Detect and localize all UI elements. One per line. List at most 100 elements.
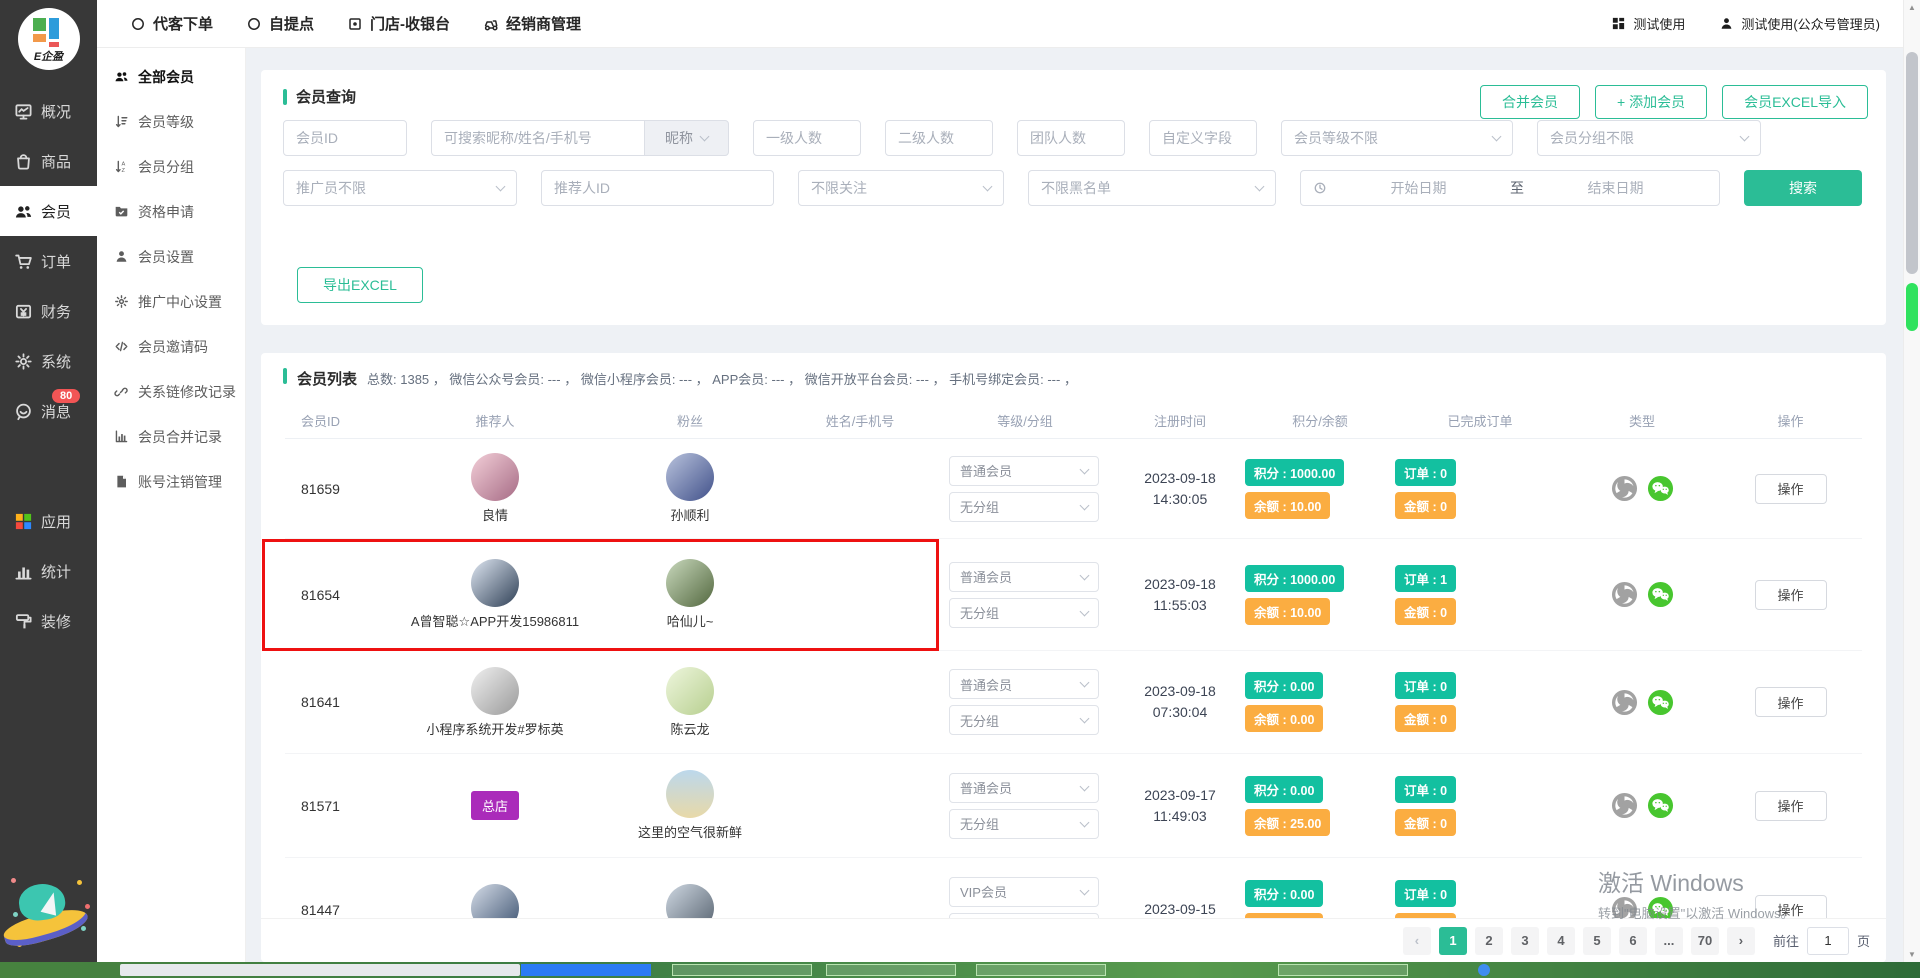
level-select[interactable]: 普通会员 <box>949 669 1099 699</box>
keyword-search-input[interactable] <box>431 120 644 156</box>
register-clock: 14:30:05 <box>1115 489 1245 510</box>
submenu-item-5[interactable]: 推广中心设置 <box>97 279 245 324</box>
group-select[interactable]: 无分组 <box>949 598 1099 628</box>
brand-logo: E企盈 <box>18 8 80 70</box>
keyword-search-combo: 昵称 <box>431 120 729 156</box>
top-nav-item-3[interactable]: 经销商管理 <box>483 13 581 34</box>
sidebar-item-label: 装修 <box>41 611 71 632</box>
merge-member-button[interactable]: 合并会员 <box>1480 85 1580 119</box>
sidebar-item-2[interactable]: 会员 <box>0 186 97 236</box>
page-button-4[interactable]: 4 <box>1547 927 1575 955</box>
submenu-item-1[interactable]: 会员等级 <box>97 99 245 144</box>
next-page-button[interactable]: › <box>1727 927 1755 955</box>
query-input-3[interactable] <box>885 120 993 156</box>
scrollbar-thumb[interactable] <box>1906 52 1918 274</box>
query-select-2-3[interactable]: 不限黑名单 <box>1028 170 1276 206</box>
sidebar-item-1[interactable]: 统计 <box>0 546 97 596</box>
submenu-item-4[interactable]: 会员设置 <box>97 234 245 279</box>
orders-badge: 订单 : 0 <box>1395 459 1456 486</box>
fans-cell: 哈仙儿~ <box>595 559 785 630</box>
query-input-0[interactable] <box>283 120 407 156</box>
query-input-2-1[interactable] <box>541 170 774 206</box>
keyword-type-select[interactable]: 昵称 <box>644 120 729 156</box>
top-nav-label: 自提点 <box>269 13 314 34</box>
pagination-pages: ‹ 123456... 70 › <box>1403 927 1755 955</box>
query-input-4[interactable] <box>1017 120 1125 156</box>
group-select[interactable]: 无分组 <box>949 492 1099 522</box>
sidebar-item-3[interactable]: 订单 <box>0 236 97 286</box>
query-select-6[interactable]: 会员等级不限 <box>1281 120 1513 156</box>
user-solid-icon <box>1719 16 1734 31</box>
avatar <box>666 667 714 715</box>
top-nav-item-1[interactable]: 自提点 <box>246 13 314 34</box>
wechat-icon <box>1647 792 1674 819</box>
page-button-2[interactable]: 2 <box>1475 927 1503 955</box>
scroll-up-icon[interactable]: ▲ <box>1904 3 1920 12</box>
top-nav-item-2[interactable]: 门店-收银台 <box>347 13 450 34</box>
goto-page-input[interactable] <box>1807 927 1849 955</box>
sidebar-item-2[interactable]: 装修 <box>0 596 97 646</box>
confetti-decoration <box>11 878 16 883</box>
submenu-item-9[interactable]: 账号注销管理 <box>97 459 245 504</box>
export-excel-button[interactable]: 导出EXCEL <box>297 267 423 303</box>
query-input-5[interactable] <box>1149 120 1257 156</box>
submenu-item-0[interactable]: 全部会员 <box>97 54 245 99</box>
submenu-item-7[interactable]: 关系链修改记录 <box>97 369 245 414</box>
points-balance-cell: 积分 : 1000.00余额 : 10.00 <box>1245 565 1395 625</box>
sidebar-item-0[interactable]: 应用 <box>0 496 97 546</box>
page-button-5[interactable]: 5 <box>1583 927 1611 955</box>
taskbar-thumbnail <box>976 964 1106 976</box>
member-excel-import-button[interactable]: 会员EXCEL导入 <box>1722 85 1868 119</box>
page-button-1[interactable]: 1 <box>1439 927 1467 955</box>
scroll-down-icon[interactable]: ▼ <box>1904 950 1920 959</box>
wechat-icon <box>1647 581 1674 608</box>
register-date: 2023-09-18 <box>1115 468 1245 489</box>
referrer-cell: 小程序系统开发#罗标英 <box>395 667 595 738</box>
query-input-2[interactable] <box>753 120 861 156</box>
page-button-6[interactable]: 6 <box>1619 927 1647 955</box>
sidebar-item-4[interactable]: 财务 <box>0 286 97 336</box>
submenu-item-8[interactable]: 会员合并记录 <box>97 414 245 459</box>
top-user-item-1[interactable]: 测试使用(公众号管理员) <box>1719 14 1880 33</box>
sidebar-item-label: 订单 <box>41 251 71 272</box>
add-member-button[interactable]: + 添加会员 <box>1595 85 1707 119</box>
search-button[interactable]: 搜索 <box>1744 170 1862 206</box>
row-action-button[interactable]: 操作 <box>1755 687 1827 717</box>
level-select[interactable]: VIP会员 <box>949 877 1099 907</box>
referrer-cell: 总店 <box>395 791 595 820</box>
group-select-value: 无分组 <box>960 497 999 516</box>
level-select[interactable]: 普通会员 <box>949 773 1099 803</box>
query-select-7[interactable]: 会员分组不限 <box>1537 120 1761 156</box>
amount-badge: 金额 : 0 <box>1395 809 1456 836</box>
sidebar-item-6[interactable]: 消息80 <box>0 386 97 436</box>
submenu-item-3[interactable]: 资格申请 <box>97 189 245 234</box>
row-action-button[interactable]: 操作 <box>1755 791 1827 821</box>
top-nav-label: 门店-收银台 <box>370 13 450 34</box>
date-range-input[interactable]: 开始日期至结束日期 <box>1300 170 1720 206</box>
query-select-2-0[interactable]: 推广员不限 <box>283 170 517 206</box>
query-row-2: 推广员不限 不限关注不限黑名单开始日期至结束日期搜索 <box>283 170 1862 206</box>
top-nav-item-0[interactable]: 代客下单 <box>130 13 213 34</box>
prev-page-button[interactable]: ‹ <box>1403 927 1431 955</box>
level-select[interactable]: 普通会员 <box>949 562 1099 592</box>
group-select[interactable]: 无分组 <box>949 705 1099 735</box>
sidebar-item-5[interactable]: 系统 <box>0 336 97 386</box>
sidebar-item-0[interactable]: 概况 <box>0 86 97 136</box>
orders-amount-cell: 订单 : 0金额 : 0 <box>1395 776 1565 836</box>
top-user-item-0[interactable]: 测试使用 <box>1611 14 1685 33</box>
register-date: 2023-09-18 <box>1115 681 1245 702</box>
apps-color-icon <box>14 512 33 531</box>
page-scrollbar[interactable]: ▲ ▼ <box>1903 0 1920 962</box>
level-select[interactable]: 普通会员 <box>949 456 1099 486</box>
page-button-3[interactable]: 3 <box>1511 927 1539 955</box>
row-action-button[interactable]: 操作 <box>1755 580 1827 610</box>
sidebar-item-1[interactable]: 商品 <box>0 136 97 186</box>
ellipsis-button[interactable]: ... <box>1655 927 1683 955</box>
submenu-item-2[interactable]: AZ会员分组 <box>97 144 245 189</box>
query-select-2-2[interactable]: 不限关注 <box>798 170 1004 206</box>
circle-icon <box>246 16 262 32</box>
page-button-70[interactable]: 70 <box>1691 927 1719 955</box>
group-select[interactable]: 无分组 <box>949 809 1099 839</box>
submenu-item-6[interactable]: 会员邀请码 <box>97 324 245 369</box>
row-action-button[interactable]: 操作 <box>1755 474 1827 504</box>
